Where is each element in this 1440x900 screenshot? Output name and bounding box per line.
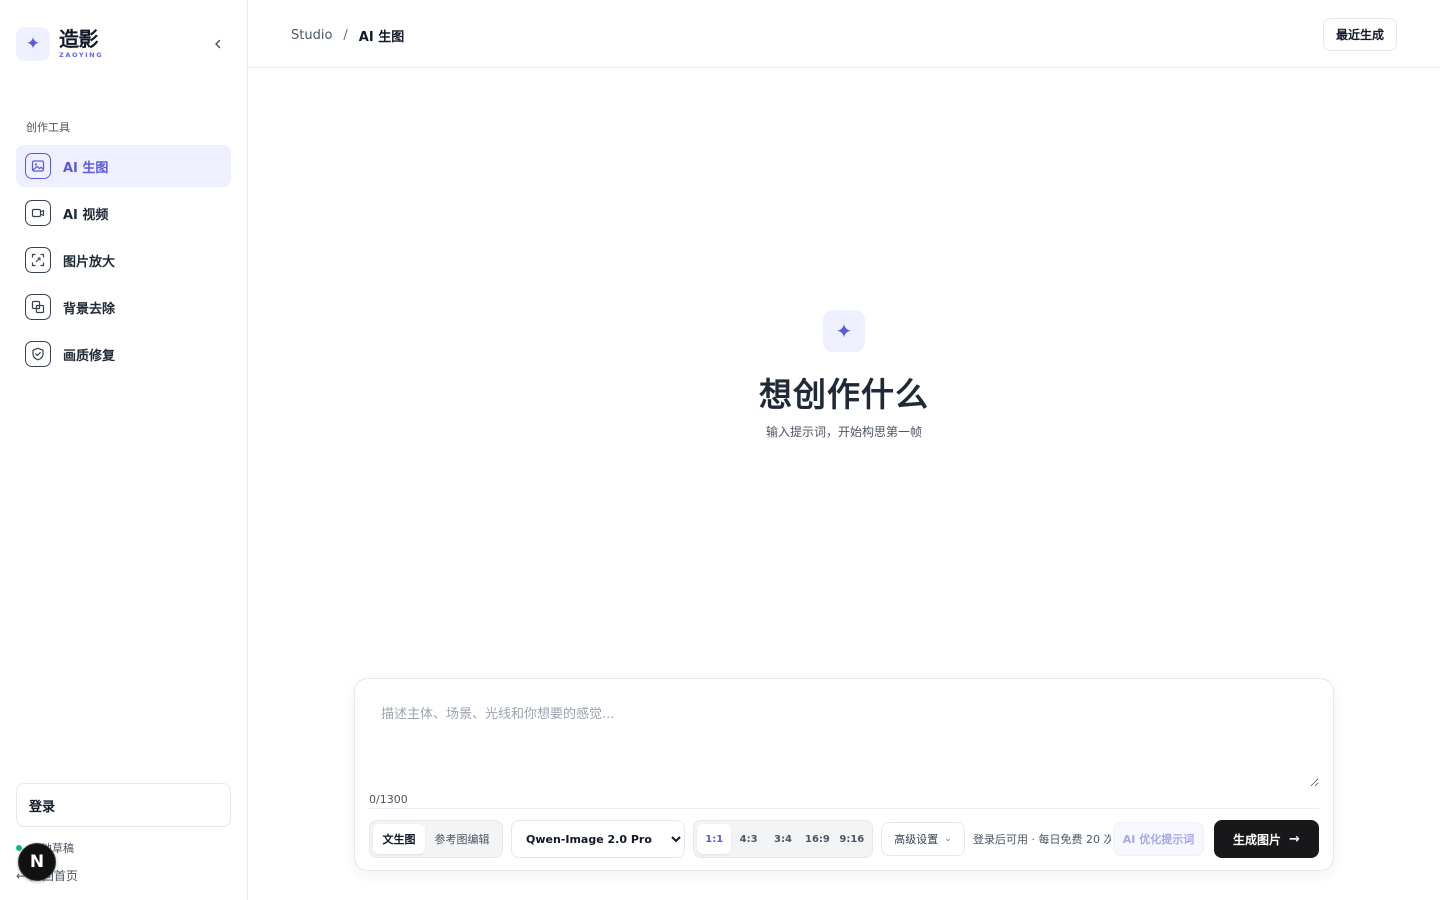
video-icon (25, 200, 51, 226)
sidebar-item-ai-video[interactable]: AI 视频 (16, 192, 231, 234)
brand-name: 造影 (59, 27, 99, 52)
recent-generations-button[interactable]: 最近生成 (1323, 18, 1397, 51)
chevron-down-icon: ⌄ (944, 834, 952, 844)
shield-check-icon (25, 341, 51, 367)
breadcrumb-current: AI 生图 (358, 30, 405, 45)
page-subtitle: 输入提示词，开始构思第一帧 (765, 425, 922, 439)
mode-reference-edit[interactable]: 参考图编辑 (425, 824, 499, 854)
breadcrumb-root[interactable]: Studio (291, 28, 332, 43)
generate-label: 生成图片 (1233, 832, 1282, 847)
brand-text: 造影 ZAOYING (59, 29, 103, 59)
arrow-right-icon: → (1289, 831, 1300, 847)
optimize-prompt-button[interactable]: AI 优化提示词 (1113, 822, 1204, 856)
remove-background-icon (25, 294, 51, 320)
dev-badge[interactable]: N (18, 843, 56, 881)
sidebar: ✦ 造影 ZAOYING 创作工具 AI 生图 AI 视频 图片放大 背景去除 … (0, 0, 248, 900)
sparkle-icon: ✦ (823, 310, 865, 352)
breadcrumb: Studio / AI 生图 (291, 26, 404, 45)
brand[interactable]: ✦ 造影 ZAOYING (16, 27, 232, 61)
usage-notice: 登录后可用 · 每日免费 20 次 (973, 833, 1111, 846)
character-counter: 0/1300 (369, 793, 408, 806)
breadcrumb-separator: / (343, 28, 348, 43)
top-header: Studio / AI 生图 最近生成 (248, 0, 1440, 68)
sidebar-nav: AI 生图 AI 视频 图片放大 背景去除 画质修复 (16, 145, 231, 380)
sparkle-icon: ✦ (16, 27, 50, 61)
sidebar-item-remove-background[interactable]: 背景去除 (16, 286, 231, 328)
advanced-settings-label: 高级设置 (894, 833, 939, 846)
aspect-ratio-toggle: 1:1 4:3 3:4 16:9 9:16 (693, 820, 873, 858)
sidebar-item-label: 背景去除 (63, 301, 116, 317)
sidebar-item-label: AI 生图 (63, 160, 109, 176)
image-icon (25, 153, 51, 179)
ratio-16-9[interactable]: 16:9 (800, 824, 834, 854)
model-select[interactable]: Qwen-Image 2.0 Pro (511, 820, 685, 858)
mode-text-to-image[interactable]: 文生图 (373, 824, 425, 854)
composer-toolbar: 文生图 参考图编辑 Qwen-Image 2.0 Pro 1:1 4:3 3:4… (369, 820, 1319, 858)
prompt-composer: 0/1300 文生图 参考图编辑 Qwen-Image 2.0 Pro 1:1 … (354, 678, 1334, 871)
sidebar-item-ai-image[interactable]: AI 生图 (16, 145, 231, 187)
upscale-icon (25, 247, 51, 273)
brand-subtitle: ZAOYING (59, 51, 104, 60)
sidebar-section-label: 创作工具 (26, 121, 70, 134)
ratio-3-4[interactable]: 3:4 (766, 824, 800, 854)
chevron-left-icon[interactable] (208, 34, 228, 54)
ratio-4-3[interactable]: 4:3 (731, 824, 765, 854)
login-button[interactable]: 登录 (16, 783, 231, 827)
sidebar-item-restore[interactable]: 画质修复 (16, 333, 231, 375)
ratio-9-16[interactable]: 9:16 (835, 824, 869, 854)
prompt-input[interactable] (369, 693, 1319, 787)
sidebar-item-upscale[interactable]: 图片放大 (16, 239, 231, 281)
sidebar-item-label: 图片放大 (63, 254, 116, 270)
divider (369, 808, 1319, 809)
sidebar-item-label: 画质修复 (63, 348, 116, 364)
advanced-settings-button[interactable]: 高级设置 ⌄ (881, 822, 965, 856)
generate-image-button[interactable]: 生成图片 → (1214, 820, 1319, 858)
page-title: 想创作什么 (759, 375, 929, 414)
ratio-1-1[interactable]: 1:1 (697, 824, 732, 854)
mode-toggle: 文生图 参考图编辑 (369, 820, 503, 858)
sidebar-item-label: AI 视频 (63, 207, 109, 223)
